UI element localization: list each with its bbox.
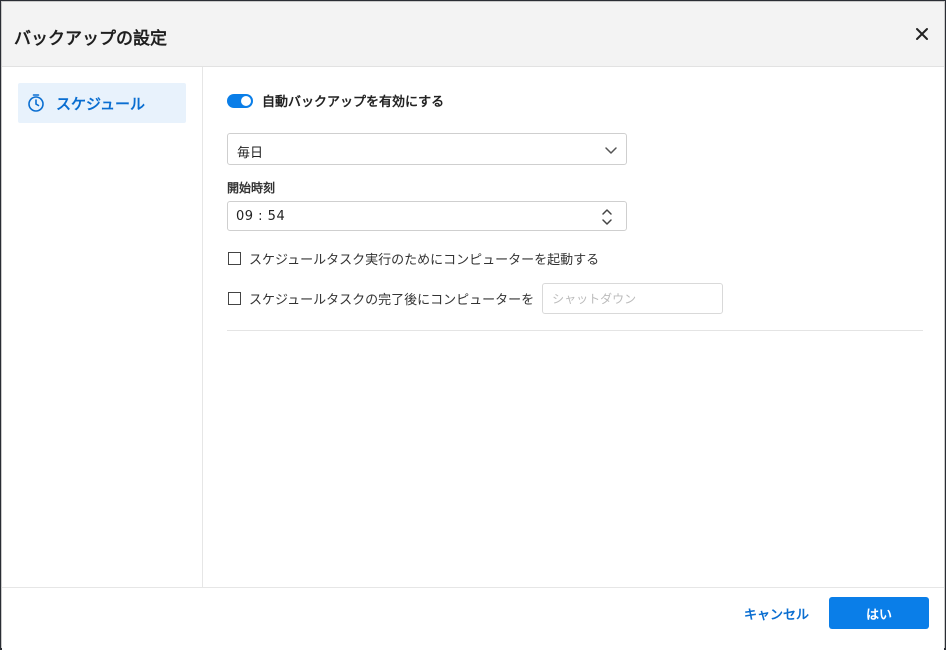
after-task-action-input[interactable]: シャットダウン <box>542 283 724 314</box>
auto-backup-label: 自動バックアップを有効にする <box>262 95 445 110</box>
cancel-button[interactable]: キャンセル <box>742 604 811 623</box>
wake-computer-row: スケジュールタスク実行のためにコンピューターを起動する <box>228 249 599 268</box>
sidebar-item-schedule[interactable]: スケジュール <box>18 83 186 123</box>
sidebar-item-label: スケジュール <box>56 94 145 113</box>
start-time-value: 09 : 54 <box>236 209 286 224</box>
auto-backup-row: 自動バックアップを有効にする <box>227 91 444 110</box>
up-down-spinner-icon[interactable] <box>600 206 614 228</box>
sidebar: スケジュール <box>2 67 203 587</box>
start-time-input[interactable]: 09 : 54 <box>227 201 627 231</box>
divider <box>227 330 923 331</box>
start-time-label: 開始時刻 <box>227 181 276 195</box>
close-icon <box>916 28 928 40</box>
ok-button[interactable]: はい <box>829 597 929 629</box>
wake-computer-checkbox[interactable] <box>228 252 241 265</box>
dialog-titlebar: バックアップの設定 <box>2 2 944 67</box>
after-task-checkbox[interactable] <box>228 292 241 305</box>
wake-computer-label: スケジュールタスク実行のためにコンピューターを起動する <box>249 253 600 268</box>
after-task-label: スケジュールタスクの完了後にコンピューターを <box>249 293 535 308</box>
auto-backup-toggle[interactable] <box>227 93 253 108</box>
schedule-panel: 自動バックアップを有効にする 毎日 開始時刻 09 : 54 スケジュールタスク… <box>203 67 944 587</box>
stopwatch-icon <box>26 93 46 113</box>
dialog-footer: キャンセル はい <box>2 587 944 650</box>
frequency-select[interactable]: 毎日 <box>227 133 627 165</box>
close-button[interactable] <box>910 22 934 46</box>
backup-settings-dialog: バックアップの設定 スケジュール 自動バックアップを有効にする 毎日 開始時刻 … <box>1 1 945 650</box>
frequency-value: 毎日 <box>237 146 264 161</box>
after-task-row: スケジュールタスクの完了後にコンピューターを シャットダウン <box>228 283 724 314</box>
dialog-title: バックアップの設定 <box>14 29 167 49</box>
chevron-down-icon <box>605 147 617 154</box>
after-task-action-placeholder: シャットダウン <box>552 292 637 306</box>
